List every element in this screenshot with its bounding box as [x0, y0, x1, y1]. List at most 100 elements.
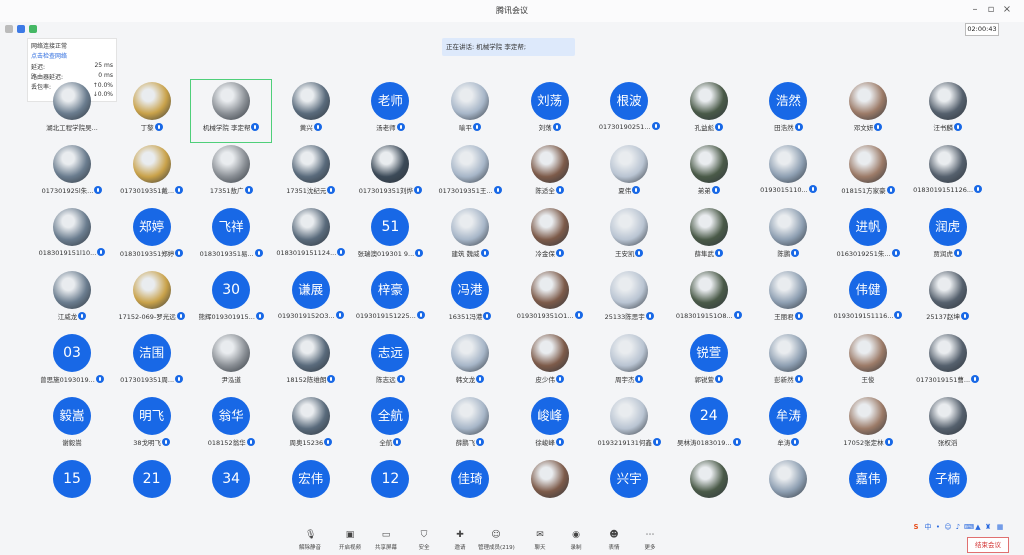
- participant-tile[interactable]: [748, 458, 828, 520]
- unmute-button[interactable]: 🎙 解除静音: [292, 528, 328, 555]
- ime-logo-icon[interactable]: S: [912, 523, 920, 531]
- participant-tile[interactable]: 0183019151124...: [271, 206, 351, 268]
- signal-icon[interactable]: [29, 25, 37, 33]
- invite-button[interactable]: ✚ 邀请: [442, 528, 478, 555]
- participant-tile[interactable]: 志远 陈志远: [350, 332, 430, 394]
- keyboard-icon[interactable]: ⌨: [964, 523, 974, 531]
- participant-tile[interactable]: 薛鹏飞: [430, 395, 510, 457]
- participant-tile[interactable]: 12: [350, 458, 430, 520]
- participant-tile[interactable]: 周宇杰: [589, 332, 669, 394]
- shield-icon[interactable]: [17, 25, 25, 33]
- participant-tile[interactable]: 飞祥 0183019351易...: [191, 206, 271, 268]
- participant-tile[interactable]: 18152陈维朗: [271, 332, 351, 394]
- participant-tile[interactable]: 周奥15236: [271, 395, 351, 457]
- participant-tile[interactable]: 进帆 0163019251朱...: [828, 206, 908, 268]
- participant-tile[interactable]: 兴宇: [589, 458, 669, 520]
- participant-tile[interactable]: 24 吴林涛0183019...: [669, 395, 749, 457]
- participant-tile[interactable]: 牟涛 牟涛: [748, 395, 828, 457]
- participant-tile[interactable]: 根波 01730190251...: [589, 80, 669, 142]
- voice-input-icon[interactable]: ♪: [954, 523, 962, 531]
- participant-tile[interactable]: 丁黎: [112, 80, 192, 142]
- participant-tile[interactable]: 薛隼武: [669, 206, 749, 268]
- participant-tile[interactable]: 0183019151l10...: [32, 206, 112, 268]
- participant-tile[interactable]: 锐萱 郭锐萱: [669, 332, 749, 394]
- participant-tile[interactable]: 王俊: [828, 332, 908, 394]
- security-button[interactable]: ⛉ 安全: [406, 528, 442, 555]
- participant-tile[interactable]: 皮少伟: [510, 332, 590, 394]
- participant-tile[interactable]: 孔益彪: [669, 80, 749, 142]
- end-meeting-button[interactable]: 结束会议: [967, 537, 1009, 553]
- participant-tile[interactable]: 03 曾思施0193019...: [32, 332, 112, 394]
- participant-tile[interactable]: 0183019151126...: [908, 143, 988, 205]
- participant-tile[interactable]: 0193219131何鑫: [589, 395, 669, 457]
- punctuation-icon[interactable]: •: [934, 523, 942, 531]
- participant-tile[interactable]: 毅嵩 谢毅嵩: [32, 395, 112, 457]
- participant-tile[interactable]: 彭新然: [748, 332, 828, 394]
- participant-tile[interactable]: 张权滔: [908, 395, 988, 457]
- participant-tile[interactable]: 冷金保: [510, 206, 590, 268]
- participant-tile[interactable]: 浩然 田浩然: [748, 80, 828, 142]
- participant-tile[interactable]: 黄兴: [271, 80, 351, 142]
- participant-tile[interactable]: 17152-069-罗光远: [112, 269, 192, 331]
- participant-tile[interactable]: 郑婷 0183019351郑婷: [112, 206, 192, 268]
- participant-tile[interactable]: 刘荡 刘荡: [510, 80, 590, 142]
- participant-tile[interactable]: 0183019151O8...: [669, 269, 749, 331]
- participant-tile[interactable]: 陈适全: [510, 143, 590, 205]
- participant-tile[interactable]: 冯港 16351冯港: [430, 269, 510, 331]
- chat-button[interactable]: ✉ 聊天: [522, 528, 558, 555]
- participant-tile[interactable]: 汪书麟: [908, 80, 988, 142]
- skin-icon[interactable]: ▲: [974, 523, 982, 531]
- close-icon[interactable]: ×: [1000, 3, 1014, 17]
- participant-tile[interactable]: 0173019351戴...: [112, 143, 192, 205]
- tshirt-icon[interactable]: ♜: [984, 523, 992, 531]
- video-button[interactable]: ▣ 开启视频: [332, 528, 368, 555]
- participant-tile[interactable]: 伟健 0193019151116...: [828, 269, 908, 331]
- participant-tile[interactable]: 25133陈思宇: [589, 269, 669, 331]
- participant-tile[interactable]: 明飞 38戈明飞: [112, 395, 192, 457]
- participant-tile[interactable]: 17052张定林: [828, 395, 908, 457]
- participant-tile[interactable]: [669, 458, 749, 520]
- participant-tile[interactable]: 34: [191, 458, 271, 520]
- participant-tile[interactable]: 弟弟: [669, 143, 749, 205]
- participant-tile[interactable]: 0193019351O1...: [510, 269, 590, 331]
- participant-tile[interactable]: 王丽君: [748, 269, 828, 331]
- participant-tile[interactable]: 翁华 018152翁华: [191, 395, 271, 457]
- participant-tile[interactable]: 喻平: [430, 80, 510, 142]
- more-button[interactable]: ⋯ 更多: [632, 528, 668, 555]
- participant-tile[interactable]: 17351沈纪元: [271, 143, 351, 205]
- participant-tile[interactable]: 51 张瑞澳019301 9...: [350, 206, 430, 268]
- check-network-link[interactable]: 点击检查网络: [31, 51, 113, 60]
- participant-tile[interactable]: 25137赵坤: [908, 269, 988, 331]
- participant-tile[interactable]: 0173019351刘烨: [350, 143, 430, 205]
- participant-tile-active[interactable]: 机械学院 李定帮: [190, 79, 273, 143]
- participant-tile[interactable]: 韩文龙: [430, 332, 510, 394]
- restore-icon[interactable]: ▫: [984, 3, 998, 17]
- participant-tile[interactable]: 0193015110...: [748, 143, 828, 205]
- participant-tile[interactable]: 17351敖广: [191, 143, 271, 205]
- emoji-button[interactable]: ☻ 表情: [596, 528, 632, 555]
- participant-tile[interactable]: 建筑 魏威: [430, 206, 510, 268]
- participant-tile[interactable]: 0173019151曹...: [908, 332, 988, 394]
- participant-tile[interactable]: 30 熊辉019301915...: [191, 269, 271, 331]
- participant-tile[interactable]: 江威龙: [32, 269, 112, 331]
- participant-tile[interactable]: 018151方家豪: [828, 143, 908, 205]
- participant-tile[interactable]: 佳琦: [430, 458, 510, 520]
- participant-tile[interactable]: 0173019351王...: [430, 143, 510, 205]
- participant-tile[interactable]: 全航 全航: [350, 395, 430, 457]
- participant-tile[interactable]: 嘉伟: [828, 458, 908, 520]
- participant-tile[interactable]: 陈鹏: [748, 206, 828, 268]
- participant-tile[interactable]: 峻峰 徐峻峰: [510, 395, 590, 457]
- emoji-tray-icon[interactable]: ☺: [944, 523, 952, 531]
- participant-tile[interactable]: 老师 汤老师: [350, 80, 430, 142]
- participant-tile[interactable]: 21: [112, 458, 192, 520]
- members-button[interactable]: ☺ 管理成员(219): [478, 528, 515, 555]
- participant-tile[interactable]: 017301925l朱...: [32, 143, 112, 205]
- share-button[interactable]: ▭ 共享屏幕: [368, 528, 404, 555]
- participant-tile[interactable]: 梓豪 0193019151225...: [350, 269, 430, 331]
- participant-tile[interactable]: 湖北工程学院吴...: [32, 80, 112, 142]
- participant-tile[interactable]: 宏伟: [271, 458, 351, 520]
- ime-chinese-icon[interactable]: 中: [924, 523, 932, 531]
- minimize-icon[interactable]: –: [968, 3, 982, 17]
- info-icon[interactable]: [5, 25, 13, 33]
- record-button[interactable]: ◉ 录制: [558, 528, 594, 555]
